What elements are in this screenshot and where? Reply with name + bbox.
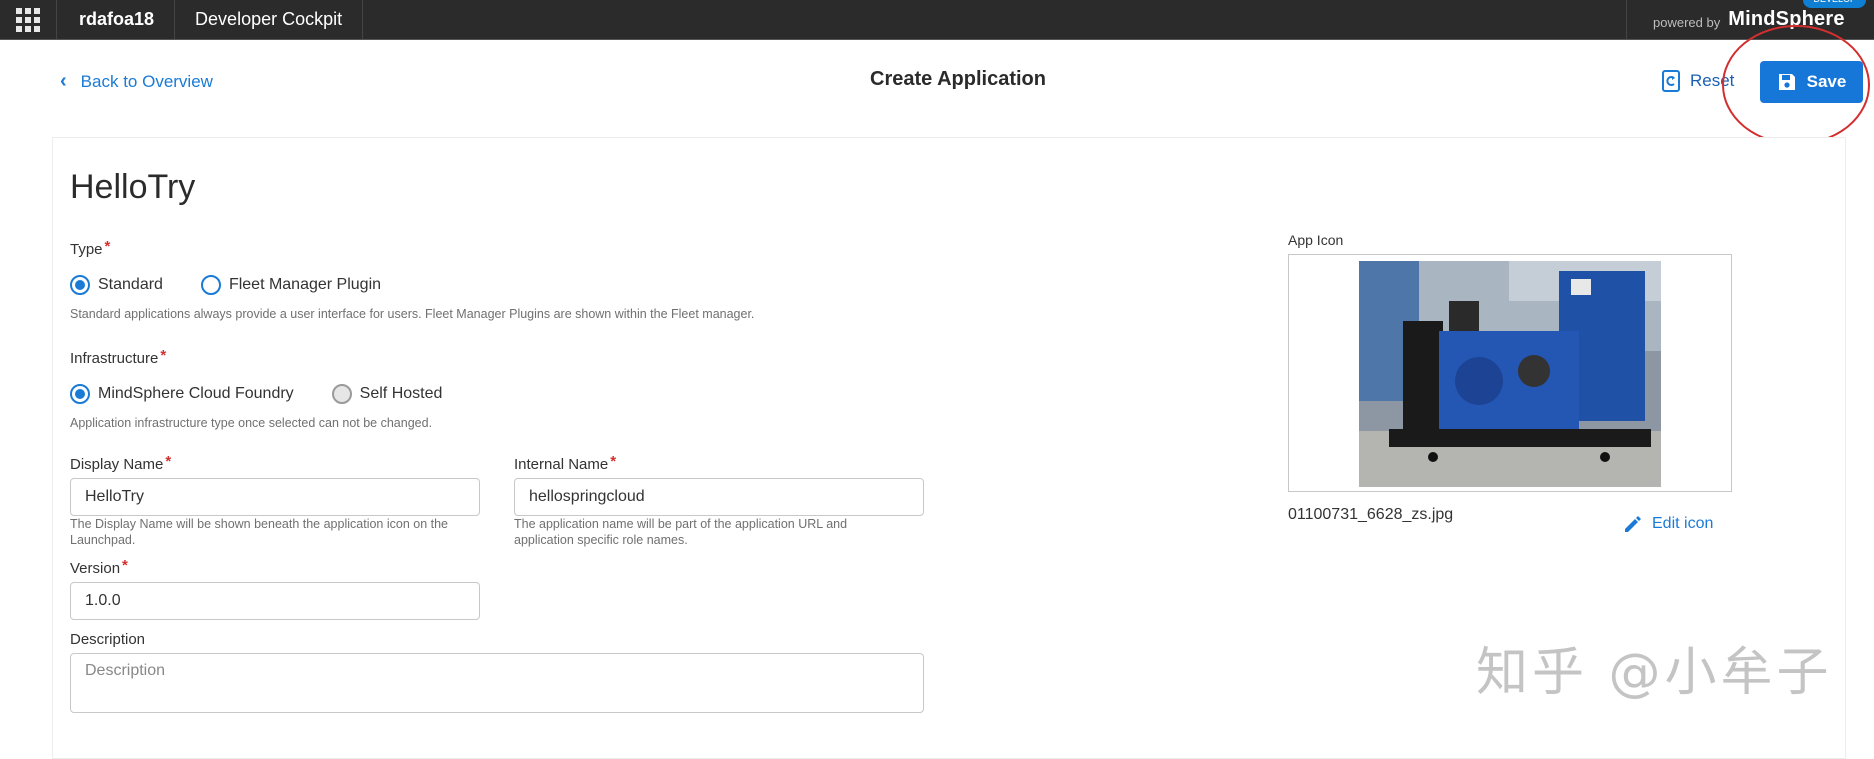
powered-by-label: powered by: [1653, 15, 1721, 30]
type-fleet-manager-label[interactable]: Fleet Manager Plugin: [229, 276, 381, 294]
icon-filename: 01100731_6628_zs.jpg: [1288, 506, 1454, 523]
infrastructure-radio-group: MindSphere Cloud Foundry Self Hosted: [70, 384, 480, 404]
infra-mindsphere-label[interactable]: MindSphere Cloud Foundry: [98, 385, 294, 403]
floppy-disk-icon: [1778, 74, 1795, 90]
display-name-hint: The Display Name will be shown beneath t…: [70, 517, 449, 547]
application-name-heading: HelloTry: [70, 168, 196, 206]
type-fleet-manager-radio[interactable]: [200, 275, 221, 295]
internal-name-input[interactable]: [514, 478, 924, 516]
required-marker: *: [160, 347, 167, 364]
version-label: Version *: [70, 557, 128, 577]
required-marker: *: [122, 557, 128, 574]
infrastructure-hint: Application infrastructure type once sel…: [70, 416, 433, 430]
tenant-name[interactable]: rdafoa18: [57, 0, 176, 39]
type-standard-radio[interactable]: [70, 275, 90, 295]
required-marker: *: [165, 453, 172, 470]
reset-icon: [1662, 70, 1680, 92]
app-title[interactable]: Developer Cockpit: [175, 0, 364, 39]
display-name-input[interactable]: [70, 478, 480, 516]
pencil-icon: [1625, 516, 1641, 532]
infra-mindsphere-radio[interactable]: [70, 384, 90, 404]
reset-button[interactable]: Reset: [1662, 70, 1734, 92]
infrastructure-label: Infrastructure *: [70, 347, 167, 367]
save-label: Save: [1806, 72, 1847, 91]
type-hint: Standard applications always provide a u…: [70, 307, 755, 321]
generator-image: [1359, 261, 1661, 487]
type-radio-group: Standard Fleet Manager Plugin: [70, 275, 419, 295]
brand-logo: MindSphere: [1728, 8, 1845, 30]
type-label: Type *: [70, 238, 111, 258]
infra-self-hosted-label[interactable]: Self Hosted: [360, 385, 443, 403]
edit-icon-label: Edit icon: [1652, 515, 1714, 532]
app-icon-preview: [1288, 254, 1732, 492]
app-icon-label: App Icon: [1288, 232, 1344, 248]
infra-self-hosted-radio[interactable]: [331, 384, 352, 404]
brand-area: DEVELOP powered by MindSphere: [1626, 0, 1874, 39]
internal-name-label: Internal Name *: [514, 453, 617, 473]
save-button[interactable]: Save: [1760, 61, 1863, 103]
internal-name-hint: The application name will be part of the…: [514, 517, 848, 547]
required-marker: *: [610, 453, 617, 470]
edit-icon-button[interactable]: Edit icon: [1622, 513, 1713, 535]
version-input[interactable]: [70, 582, 480, 620]
app-launcher-button[interactable]: [0, 0, 57, 39]
reset-label: Reset: [1690, 71, 1735, 90]
environment-badge: DEVELOP: [1803, 0, 1866, 8]
page-title: Create Application: [870, 68, 1046, 90]
grid-icon: [16, 7, 40, 32]
top-bar: rdafoa18 Developer Cockpit DEVELOP power…: [0, 0, 1874, 40]
watermark-text: 知乎 @小牟子: [1476, 643, 1833, 703]
display-name-label: Display Name *: [70, 453, 172, 473]
description-textarea[interactable]: [70, 653, 924, 713]
description-label: Description: [70, 631, 146, 648]
type-standard-label[interactable]: Standard: [98, 276, 163, 294]
required-marker: *: [104, 238, 111, 255]
